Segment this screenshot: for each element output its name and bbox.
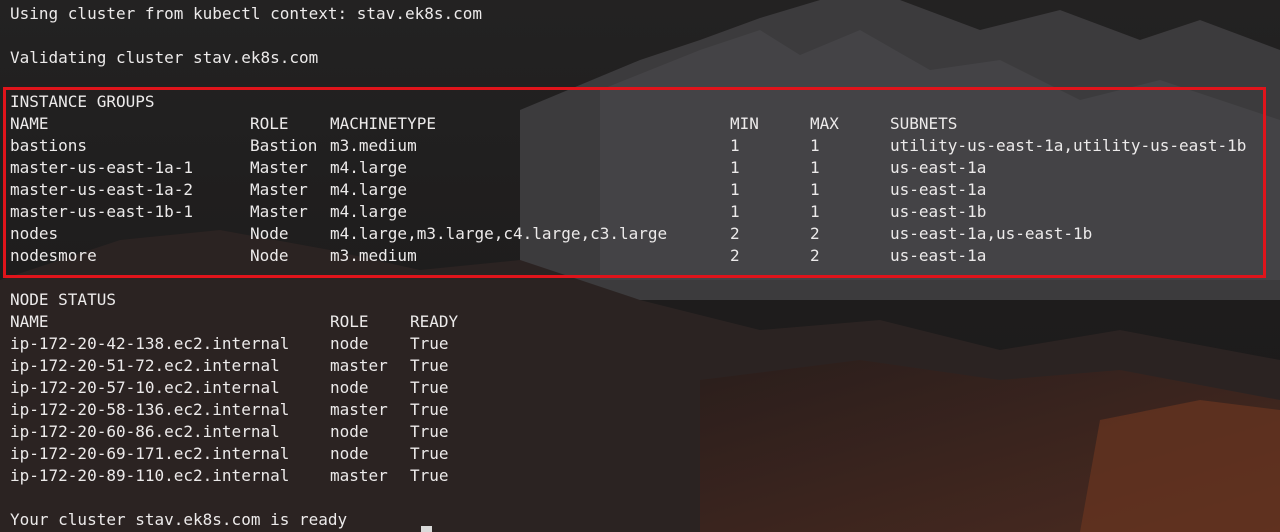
ig-min: 2 [730, 224, 740, 243]
node-role: master [330, 400, 388, 419]
ig-min: 2 [730, 246, 740, 265]
terminal-cursor[interactable] [421, 526, 432, 532]
ig-max: 1 [810, 202, 820, 221]
node-role: node [330, 444, 369, 463]
column-name-header: NAME [10, 312, 49, 331]
node-ready: True [410, 444, 449, 463]
ig-max: 1 [810, 180, 820, 199]
node-name: ip-172-20-42-138.ec2.internal [10, 334, 290, 353]
ig-machinetype: m3.medium [330, 136, 417, 155]
ig-max: 2 [810, 246, 820, 265]
ig-machinetype: m4.large,m3.large,c4.large,c3.large [330, 224, 668, 243]
node-ready: True [410, 422, 449, 441]
node-name: ip-172-20-51-72.ec2.internal [10, 356, 280, 375]
node-ready: True [410, 378, 449, 397]
column-name-header: NAME [10, 114, 49, 133]
column-subnets-header: SUBNETS [890, 114, 958, 133]
ig-role: Bastion [250, 136, 318, 155]
cluster-ready-line: Your cluster stav.ek8s.com is ready [10, 510, 348, 529]
column-role-header: ROLE [330, 312, 369, 331]
node-role: node [330, 378, 369, 397]
ig-subnets: us-east-1b [890, 202, 987, 221]
ig-min: 1 [730, 202, 740, 221]
ig-subnets: us-east-1a [890, 158, 987, 177]
ig-min: 1 [730, 158, 740, 177]
node-name: ip-172-20-58-136.ec2.internal [10, 400, 290, 419]
node-ready: True [410, 400, 449, 419]
ig-name: nodesmore [10, 246, 97, 265]
node-role: master [330, 356, 388, 375]
ig-name: bastions [10, 136, 88, 155]
column-ready-header: READY [410, 312, 459, 331]
context-line: Using cluster from kubectl context: stav… [10, 4, 483, 23]
instance-groups-heading: INSTANCE GROUPS [10, 92, 155, 111]
ig-max: 2 [810, 224, 820, 243]
ig-subnets: us-east-1a,us-east-1b [890, 224, 1093, 243]
ig-max: 1 [810, 158, 820, 177]
ig-machinetype: m4.large [330, 158, 408, 177]
node-name: ip-172-20-69-171.ec2.internal [10, 444, 290, 463]
node-ready: True [410, 466, 449, 485]
column-machinetype-header: MACHINETYPE [330, 114, 436, 133]
ig-min: 1 [730, 136, 740, 155]
node-name: ip-172-20-57-10.ec2.internal [10, 378, 280, 397]
ig-subnets: us-east-1a [890, 246, 987, 265]
ig-subnets: utility-us-east-1a,utility-us-east-1b [890, 136, 1247, 155]
node-ready: True [410, 356, 449, 375]
ig-role: Node [250, 224, 289, 243]
ig-role: Master [250, 158, 308, 177]
ig-machinetype: m4.large [330, 180, 408, 199]
ig-role: Master [250, 180, 308, 199]
terminal-window[interactable]: Using cluster from kubectl context: stav… [0, 0, 1280, 532]
ig-machinetype: m4.large [330, 202, 408, 221]
node-name: ip-172-20-60-86.ec2.internal [10, 422, 280, 441]
node-status-heading: NODE STATUS [10, 290, 116, 309]
ig-min: 1 [730, 180, 740, 199]
ig-machinetype: m3.medium [330, 246, 417, 265]
node-role: master [330, 466, 388, 485]
node-role: node [330, 334, 369, 353]
column-max-header: MAX [810, 114, 839, 133]
column-min-header: MIN [730, 114, 759, 133]
column-role-header: ROLE [250, 114, 289, 133]
node-role: node [330, 422, 369, 441]
ig-name: master-us-east-1b-1 [10, 202, 194, 221]
ig-role: Master [250, 202, 308, 221]
node-ready: True [410, 334, 449, 353]
ig-name: master-us-east-1a-2 [10, 180, 194, 199]
ig-max: 1 [810, 136, 820, 155]
validating-line: Validating cluster stav.ek8s.com [10, 48, 319, 67]
ig-subnets: us-east-1a [890, 180, 987, 199]
ig-name: nodes [10, 224, 59, 243]
ig-role: Node [250, 246, 289, 265]
node-name: ip-172-20-89-110.ec2.internal [10, 466, 290, 485]
ig-name: master-us-east-1a-1 [10, 158, 194, 177]
